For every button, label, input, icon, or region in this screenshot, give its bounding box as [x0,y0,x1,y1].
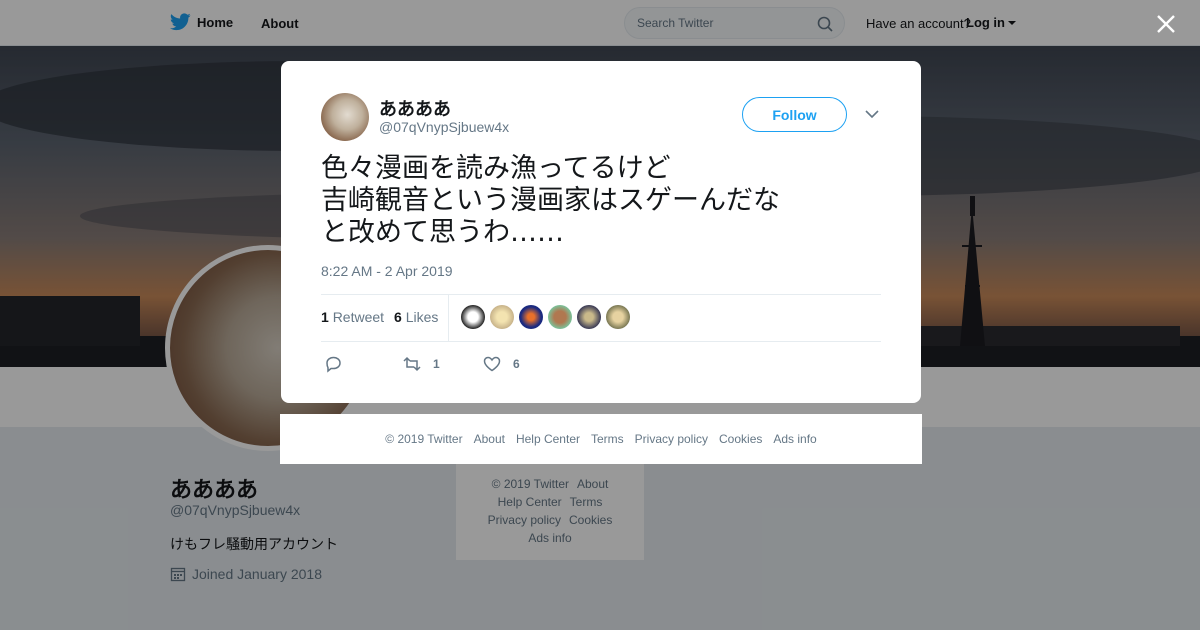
liker-avatar[interactable] [461,305,485,329]
modal-footer: © 2019 Twitter About Help Center Terms P… [280,414,922,464]
retweet-label: Retweet [332,309,385,325]
close-icon[interactable] [1154,12,1178,36]
like-label: Likes [405,309,439,325]
footer-privacy-link[interactable]: Privacy policy [635,432,708,446]
liker-avatars [461,305,630,329]
retweet-button[interactable]: 1 [403,355,483,373]
tweet-text-line: と改めて思うわ…… [321,217,564,248]
like-stat[interactable]: 6 Likes [394,309,438,325]
liker-avatar[interactable] [606,305,630,329]
footer-copyright: © 2019 Twitter [385,432,463,446]
footer-help-link[interactable]: Help Center [516,432,580,446]
footer-terms-link[interactable]: Terms [591,432,624,446]
follow-button[interactable]: Follow [742,97,847,132]
liker-avatar[interactable] [577,305,601,329]
tweet-actions: 1 6 [325,355,520,373]
liker-avatar[interactable] [548,305,572,329]
retweet-icon [403,356,421,372]
tweet-author-avatar[interactable] [321,93,369,141]
liker-avatar[interactable] [519,305,543,329]
tweet-author-handle[interactable]: @07qVnypSjbuew4x [379,119,509,135]
retweet-action-count: 1 [433,357,440,371]
footer-ads-link[interactable]: Ads info [773,432,816,446]
tweet-stats: 1 Retweet 6 Likes [321,309,438,325]
retweet-count: 1 [321,309,329,325]
chevron-down-icon[interactable] [865,109,879,119]
divider [321,294,881,295]
liker-avatar[interactable] [490,305,514,329]
footer-about-link[interactable]: About [474,432,505,446]
heart-icon [483,356,501,372]
tweet-timestamp[interactable]: 8:22 AM - 2 Apr 2019 [321,263,453,279]
tweet-author-name[interactable]: ああああ [379,95,451,121]
like-count: 6 [394,309,402,325]
tweet-text: 色々漫画を読み漁ってるけど 吉崎観音という漫画家はスゲーんだな と改めて思うわ…… [321,153,841,249]
tweet-text-line: 色々漫画を読み漁ってるけど [321,153,671,184]
like-button[interactable]: 6 [483,355,520,373]
tweet-text-line: 吉崎観音という漫画家はスゲーんだな [321,185,780,216]
reply-icon [326,356,341,373]
reply-button[interactable] [325,355,403,373]
divider [448,294,449,341]
footer-cookies-link[interactable]: Cookies [719,432,762,446]
like-action-count: 6 [513,357,520,371]
tweet-modal: ああああ @07qVnypSjbuew4x Follow 色々漫画を読み漁ってる… [281,61,921,403]
retweet-stat[interactable]: 1 Retweet [321,309,384,325]
divider [321,341,881,342]
